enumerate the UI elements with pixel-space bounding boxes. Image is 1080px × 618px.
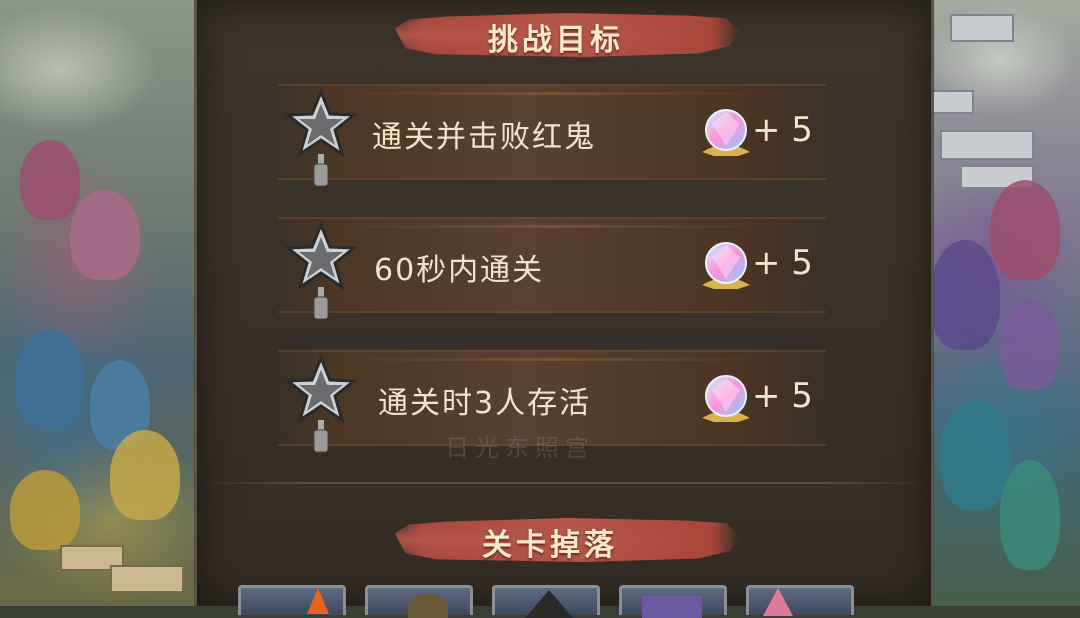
watermark-decoration: 日光东照宫: [445, 434, 595, 462]
challenge-title: 挑战目标: [488, 23, 624, 58]
reward-amount: + 5: [752, 376, 813, 416]
tree-decoration: [110, 430, 180, 520]
house-decoration: [930, 90, 974, 114]
tree-decoration: [1000, 300, 1060, 390]
map-background-right: [920, 0, 1080, 606]
house-decoration: [940, 130, 1034, 160]
reward-amount: + 5: [752, 110, 813, 150]
drops-title: 关卡掉落: [482, 528, 618, 563]
drop-item-icon: [763, 588, 793, 616]
tree-decoration: [1000, 460, 1060, 570]
tree-decoration: [15, 330, 85, 430]
section-divider: [200, 482, 928, 484]
tree-decoration: [70, 190, 140, 280]
reward-amount: + 5: [752, 243, 813, 283]
crystal-gem-icon: [702, 109, 750, 156]
crystal-gem-icon: [702, 375, 750, 422]
tree-decoration: [20, 140, 80, 220]
drop-item-slot[interactable]: [365, 585, 473, 618]
tree-decoration: [10, 470, 80, 550]
house-decoration: [110, 565, 184, 593]
tree-decoration: [930, 240, 1000, 350]
map-background-left: [0, 0, 205, 606]
drop-item-icon: [525, 590, 573, 618]
drop-item-slot[interactable]: [238, 585, 346, 615]
drop-item-slot[interactable]: [619, 585, 727, 618]
silver-star-medal-icon: [285, 354, 357, 453]
silver-star-medal-icon: [285, 221, 357, 320]
drop-item-icon: [642, 596, 702, 618]
tree-decoration: [990, 180, 1060, 280]
drop-item-slot[interactable]: [746, 585, 854, 616]
crystal-gem-icon: [702, 242, 750, 289]
objective-text: 通关并击败红鬼: [372, 120, 596, 155]
silver-star-medal-icon: [285, 88, 357, 187]
drop-item-icon: [408, 594, 448, 618]
objective-text: 60秒内通关: [374, 253, 545, 288]
drop-item-icon: [307, 588, 329, 614]
house-decoration: [950, 14, 1014, 42]
drop-item-slot[interactable]: [492, 585, 600, 618]
tree-decoration: [940, 400, 1010, 510]
objective-text: 通关时3人存活: [378, 386, 592, 421]
